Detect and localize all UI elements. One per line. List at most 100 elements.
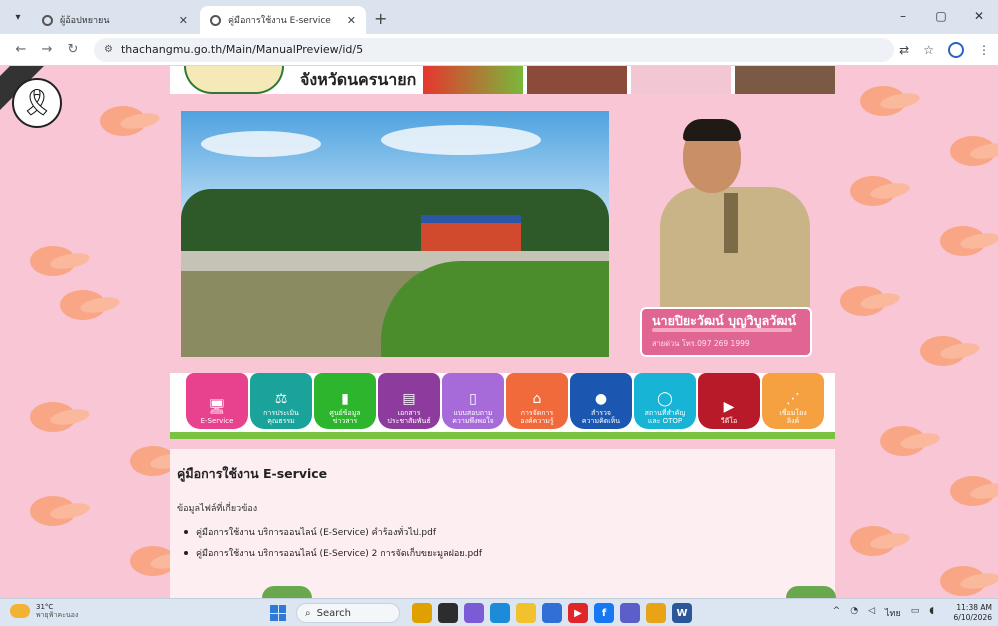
file-link-text[interactable]: คู่มือการใช้งาน บริการออนไลน์ (E-Service… <box>196 525 436 539</box>
display-icon[interactable]: ▭ <box>911 606 920 620</box>
menu-item-opinion-survey[interactable]: ● สำรวจ ความคิดเห็น <box>570 373 632 429</box>
search-icon: ⌕ <box>305 607 311 619</box>
menu-item-integrity-assessment[interactable]: ⚖ การประเมิน คุณธรรม <box>250 373 312 429</box>
folder-icon[interactable] <box>516 603 536 623</box>
network-icon[interactable]: ◔ <box>850 606 858 620</box>
header-images <box>419 66 835 94</box>
footer-hill-decoration <box>786 586 836 598</box>
weather-widget[interactable]: 31°C พายุฟ้าคะนอง <box>10 603 78 619</box>
more-menu-icon[interactable]: ⋮ <box>978 43 990 57</box>
input-language[interactable]: ไทย <box>885 606 901 620</box>
bank-icon: ⌂ <box>532 390 542 407</box>
new-tab-button[interactable]: + <box>374 9 387 28</box>
youtube-icon[interactable]: ▶ <box>568 603 588 623</box>
profile-avatar-icon[interactable] <box>948 42 964 58</box>
menu-item-satisfaction-survey[interactable]: ▯ แบบสอบถาม ความพึงพอใจ <box>442 373 504 429</box>
share-icon: ⋰ <box>786 390 800 407</box>
url-text: thachangmu.go.th/Main/ManualPreview/id/5 <box>120 43 364 56</box>
peach-decoration <box>30 496 76 526</box>
peach-decoration <box>950 136 996 166</box>
weather-temperature: 31°C <box>36 603 54 611</box>
peach-decoration <box>850 176 896 206</box>
site-info-icon[interactable]: ⚙ <box>104 44 113 55</box>
tab-search-menu-icon[interactable]: ▾ <box>6 5 30 29</box>
peach-decoration <box>850 526 896 556</box>
teams-icon[interactable] <box>620 603 640 623</box>
chrome-icon[interactable] <box>646 603 666 623</box>
scale-icon: ⚖ <box>274 390 288 407</box>
windows-taskbar: 31°C พายุฟ้าคะนอง ⌕ Search ▶ f W ^ ◔ ◁ ไ… <box>0 598 998 626</box>
forward-arrow-icon[interactable]: → <box>34 42 60 57</box>
menu-item-information-center[interactable]: ▮ ศูนย์ข้อมูล ข่าวสาร <box>314 373 376 429</box>
back-arrow-icon[interactable]: ← <box>8 42 34 57</box>
edge-icon[interactable] <box>490 603 510 623</box>
menu-item-places-otop[interactable]: ◯ สถานที่สำคัญ และ OTOP <box>634 373 696 429</box>
clipboard-icon: ▯ <box>469 390 477 407</box>
menu-item-e-service[interactable]: 🖥 E-Service <box>186 373 248 429</box>
file-link[interactable]: คู่มือการใช้งาน บริการออนไลน์ (E-Service… <box>184 521 482 542</box>
restore-button[interactable]: ▢ <box>922 0 960 32</box>
peach-decoration <box>840 286 886 316</box>
page-viewport[interactable]: 🎗 จังหวัดนครนายก นายปิยะวัฒน์ บุญวิบูลวั… <box>0 66 998 598</box>
volume-icon[interactable]: ◖ <box>929 606 934 620</box>
globe-icon <box>210 14 221 26</box>
browser-toolbar: ← → ↻ ⚙ thachangmu.go.th/Main/ManualPrev… <box>0 34 998 66</box>
weather-condition: พายุฟ้าคะนอง <box>36 611 79 620</box>
menu-item-label: ศูนย์ข้อมูล ข่าวสาร <box>329 408 361 425</box>
taskbar-clock[interactable]: 11:38 AM 6/10/2026 <box>954 603 992 623</box>
header-image <box>631 66 731 94</box>
browser-tab-1[interactable]: ผู้อ้อปหยายน ✕ <box>32 6 198 34</box>
site-header: จังหวัดนครนายก <box>170 66 835 94</box>
taskbar-search[interactable]: ⌕ Search <box>296 603 400 623</box>
system-tray: ^ ◔ ◁ ไทย ▭ ◖ <box>833 606 934 620</box>
menu-item-label: วีดีโอ <box>720 416 738 425</box>
task-view-icon[interactable] <box>438 603 458 623</box>
photo-cloud <box>201 131 321 157</box>
bullet-icon <box>184 550 188 555</box>
menu-item-links[interactable]: ⋰ เชื่อมโยง ลิงค์ <box>762 373 824 429</box>
facebook-icon[interactable]: f <box>594 603 614 623</box>
minimize-button[interactable]: – <box>884 0 922 32</box>
peach-decoration <box>950 476 996 506</box>
service-menu-bar: 🖥 E-Service ⚖ การประเมิน คุณธรรม ▮ ศูนย์… <box>170 373 835 439</box>
menu-item-label: สถานที่สำคัญ และ OTOP <box>644 408 686 425</box>
windows-start-icon[interactable] <box>270 605 286 621</box>
menu-item-pr-documents[interactable]: ▤ เอกสาร ประชาสัมพันธ์ <box>378 373 440 429</box>
tab-title: ผู้อ้อปหยายน <box>60 16 110 26</box>
menu-item-label: สำรวจ ความคิดเห็น <box>581 408 621 425</box>
mourning-ribbon-icon: 🎗 <box>12 78 62 128</box>
word-icon[interactable]: W <box>672 603 692 623</box>
organization-seal-logo[interactable] <box>184 66 284 94</box>
province-name: จังหวัดนครนายก <box>300 69 417 89</box>
peach-decoration <box>940 566 986 596</box>
file-link[interactable]: คู่มือการใช้งาน บริการออนไลน์ (E-Service… <box>184 542 482 563</box>
toolbar-actions: ⇄ ☆ ⋮ <box>899 34 990 66</box>
name-underline <box>652 328 792 332</box>
chevron-up-icon[interactable]: ^ <box>833 606 841 620</box>
file-link-text[interactable]: คู่มือการใช้งาน บริการออนไลน์ (E-Service… <box>196 546 482 560</box>
reload-icon[interactable]: ↻ <box>60 42 86 57</box>
address-bar[interactable]: ⚙ thachangmu.go.th/Main/ManualPreview/id… <box>94 37 894 62</box>
peach-decoration <box>880 426 926 456</box>
files-icon[interactable] <box>412 603 432 623</box>
menu-item-knowledge-management[interactable]: ⌂ การจัดการ องค์ความรู้ <box>506 373 568 429</box>
executive-portrait: นายปิยะวัฒน์ บุญวิบูลวัฒน์ สายด่วน โทร.0… <box>636 111 816 401</box>
close-tab-icon[interactable]: ✕ <box>347 14 356 27</box>
copilot-icon[interactable] <box>464 603 484 623</box>
peach-decoration <box>860 86 906 116</box>
menu-item-label: E-Service <box>200 416 234 425</box>
header-image <box>527 66 627 94</box>
search-label: Search <box>316 607 351 619</box>
browser-tab-2[interactable]: คู่มือการใช้งาน E-service ✕ <box>200 6 366 34</box>
close-tab-icon[interactable]: ✕ <box>179 14 188 27</box>
menu-item-video[interactable]: ▶ วีดีโอ <box>698 373 760 429</box>
store-icon[interactable] <box>542 603 562 623</box>
bookmark-star-icon[interactable]: ☆ <box>923 43 934 57</box>
translate-icon[interactable]: ⇄ <box>899 43 909 57</box>
peach-decoration <box>60 290 106 320</box>
menu-item-label: เอกสาร ประชาสัมพันธ์ <box>387 408 431 425</box>
close-window-button[interactable]: ✕ <box>960 0 998 32</box>
header-image <box>735 66 835 94</box>
location-icon[interactable]: ◁ <box>868 606 875 620</box>
clock-time: 11:38 AM <box>956 603 992 612</box>
